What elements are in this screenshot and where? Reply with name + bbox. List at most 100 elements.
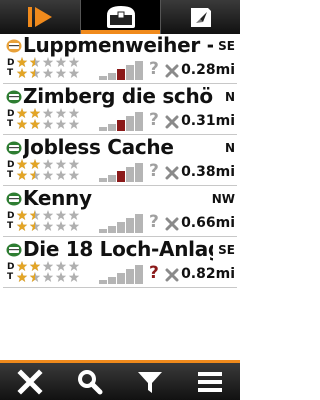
cache-distance: 0.66mi [181,215,235,231]
question-icon: ? [149,212,159,232]
star-off [55,68,67,78]
cache-size-bars [99,163,143,182]
star-off [42,170,54,180]
question-icon: ? [149,110,159,130]
top-tab-bar [0,0,240,34]
size-bar [99,76,107,80]
cache-name: Die 18 Loch-Anlag [23,237,213,261]
star-off [68,57,80,67]
terrain-stars [16,221,80,231]
star-on [29,119,41,129]
star-off [42,119,54,129]
star-on [16,68,28,78]
cache-list-icon [107,6,135,28]
close-button[interactable] [0,363,60,400]
cache-direction: N [224,90,235,104]
tab-navigate[interactable] [160,0,241,34]
size-bar [126,269,134,284]
size-bar [108,277,116,284]
cache-name: Zimberg die schö [23,84,213,108]
cache-distance: 0.28mi [181,62,235,78]
cache-name: Luppmenweiher - [23,33,213,57]
size-bar [126,218,134,233]
cache-distance: 0.82mi [181,266,235,282]
star-off [55,108,67,118]
size-bar [99,229,107,233]
size-bar [135,214,143,233]
star-off [55,159,67,169]
star-off [68,119,80,129]
size-bar [126,167,134,182]
filter-icon [138,371,162,393]
cache-row[interactable]: Kenny NW D T ? 0.66mi [3,186,237,237]
play-icon [28,7,52,27]
star-off [68,159,80,169]
tab-play[interactable] [0,0,80,34]
star-off [55,221,67,231]
menu-button[interactable] [180,363,240,400]
size-bar [108,175,116,182]
star-on [16,261,28,271]
terrain-stars [16,119,80,129]
question-icon: ? [149,59,159,79]
size-bar [99,280,107,284]
compass-map-icon [191,8,211,27]
search-icon [78,369,103,394]
star-off [68,272,80,282]
star-off [55,272,67,282]
size-bar [99,127,107,131]
cache-distance: 0.31mi [181,113,235,129]
star-off [68,68,80,78]
cache-size-bars [99,214,143,233]
cache-type-icon [6,39,22,53]
difficulty-stars [16,210,80,220]
size-bar [126,116,134,131]
star-off [42,261,54,271]
size-bar [108,73,116,80]
size-bar [117,171,125,182]
size-bar [117,69,125,80]
x-mark-icon [165,217,179,231]
terrain-label: T [7,68,14,78]
size-bar [135,112,143,131]
question-icon: ? [149,263,159,283]
difficulty-label: D [7,58,15,68]
star-on [16,159,28,169]
difficulty-stars [16,261,80,271]
difficulty-label: D [7,160,15,170]
star-on [29,261,41,271]
star-on [16,221,28,231]
size-bar [108,124,116,131]
cache-type-icon [6,141,22,155]
size-bar [117,273,125,284]
cache-name: Jobless Cache [23,135,174,159]
star-off [68,261,80,271]
x-mark-icon [165,64,179,78]
star-off [42,57,54,67]
terrain-label: T [7,170,14,180]
cache-distance: 0.38mi [181,164,235,180]
star-on [16,210,28,220]
cache-row[interactable]: Die 18 Loch-Anlag SE D T ? 0.82mi [3,237,237,288]
search-button[interactable] [60,363,120,400]
size-bar [126,65,134,80]
star-off [55,170,67,180]
difficulty-stars [16,57,80,67]
star-on [16,119,28,129]
star-off [42,272,54,282]
cache-row[interactable]: Zimberg die schö N D T ? 0.31mi [3,84,237,135]
star-off [55,210,67,220]
cache-direction: N [224,141,235,155]
cache-direction: SE [218,243,235,257]
star-off [68,221,80,231]
difficulty-stars [16,108,80,118]
cache-size-bars [99,265,143,284]
filter-button[interactable] [120,363,180,400]
size-bar [117,222,125,233]
star-on [16,57,28,67]
cache-type-icon [6,192,22,206]
terrain-stars [16,272,80,282]
tab-cache-list[interactable] [80,0,161,34]
cache-row[interactable]: Luppmenweiher - SE D T ? 0.28mi [3,33,237,84]
cache-row[interactable]: Jobless Cache N D T ? 0.38mi [3,135,237,186]
